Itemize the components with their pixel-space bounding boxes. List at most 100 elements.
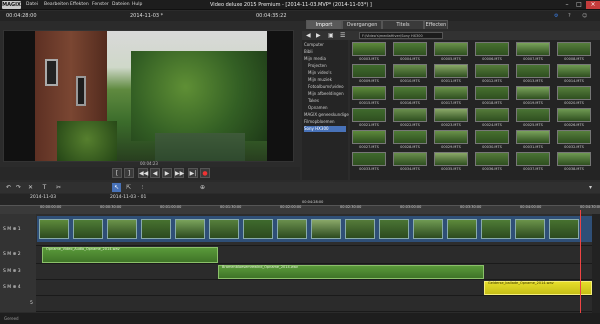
tree-item[interactable]: Opnamen xyxy=(308,105,328,111)
split-icon[interactable]: ⫶ xyxy=(138,183,147,192)
media-thumbnail[interactable] xyxy=(434,152,468,166)
back-icon[interactable]: ◀ xyxy=(306,32,311,39)
menu-edit[interactable]: Bearbeiten xyxy=(44,1,69,9)
jump-end-button[interactable]: ▶| xyxy=(188,168,198,178)
minimize-button[interactable]: – xyxy=(562,1,572,9)
tree-item[interactable]: Projecten xyxy=(308,63,327,69)
media-thumbnail[interactable] xyxy=(475,130,509,144)
view-icon[interactable]: ☰ xyxy=(340,32,345,39)
media-thumbnail[interactable] xyxy=(557,86,591,100)
tree-item[interactable]: Filmopbloemen xyxy=(304,119,335,125)
menu-help[interactable]: Hulp xyxy=(132,1,142,9)
redo-icon[interactable]: ↷ xyxy=(14,183,23,192)
cut-icon[interactable]: ✂ xyxy=(54,183,63,192)
track-header-3[interactable]: S M ⊕ 3 xyxy=(0,264,36,280)
mark-in-button[interactable]: [ xyxy=(112,168,122,178)
pointer-icon[interactable]: ↖ xyxy=(112,183,121,192)
timeline-tab-sequence[interactable]: 2014-11-03 - 01 xyxy=(110,195,146,200)
media-thumbnail[interactable] xyxy=(475,86,509,100)
tree-item[interactable]: Fotoalbums\video xyxy=(308,84,344,90)
media-thumbnail[interactable] xyxy=(393,130,427,144)
media-thumbnail[interactable] xyxy=(393,42,427,56)
media-thumbnail[interactable] xyxy=(434,108,468,122)
media-thumbnail[interactable] xyxy=(434,86,468,100)
media-thumbnail[interactable] xyxy=(516,130,550,144)
video-frame[interactable] xyxy=(35,31,267,161)
close-button[interactable]: × xyxy=(586,1,600,9)
track-header-2[interactable]: S M ⊕ 2 xyxy=(0,246,36,264)
media-thumbnail[interactable] xyxy=(352,86,386,100)
tree-item[interactable]: Mijn video's xyxy=(308,70,332,76)
text-icon[interactable]: T xyxy=(40,183,49,192)
vertical-scrollbar[interactable] xyxy=(592,214,600,313)
media-thumbnail[interactable] xyxy=(393,64,427,78)
media-thumbnail[interactable] xyxy=(557,64,591,78)
menu-tasks[interactable]: Dateien xyxy=(112,1,130,9)
path-input[interactable]: F:\Video's\mediaHiver\Sony HX300 xyxy=(359,32,443,39)
play-button[interactable]: ▶ xyxy=(162,168,172,178)
media-thumbnail[interactable] xyxy=(352,42,386,56)
media-thumbnail[interactable] xyxy=(475,152,509,166)
timeline-tab[interactable]: 2014-11-03 xyxy=(30,195,56,200)
maximize-button[interactable]: □ xyxy=(574,1,584,9)
tree-item[interactable]: Bibli xyxy=(304,49,313,55)
menu-effects[interactable]: Effekten xyxy=(70,1,89,9)
tree-item[interactable]: Mijn afbeeldingen xyxy=(308,91,344,97)
media-thumbnail[interactable] xyxy=(557,108,591,122)
menu-window[interactable]: Fenster xyxy=(92,1,109,9)
undo-icon[interactable]: ↶ xyxy=(4,183,13,192)
tree-item[interactable]: Mijn muziek xyxy=(308,77,332,83)
media-thumbnail[interactable] xyxy=(352,64,386,78)
media-thumbnail[interactable] xyxy=(352,130,386,144)
expand-icon[interactable]: ▾ xyxy=(586,183,595,192)
video-clip-strip[interactable] xyxy=(37,216,592,242)
media-thumbnail[interactable] xyxy=(516,108,550,122)
zoom-icon[interactable]: ⊕ xyxy=(198,183,207,192)
user-icon[interactable]: ☺ xyxy=(582,12,587,20)
mark-out-button[interactable]: ] xyxy=(124,168,134,178)
step-back-button[interactable]: ◀ xyxy=(150,168,160,178)
tree-item[interactable]: Computer xyxy=(304,42,324,48)
tree-item-selected[interactable]: Sony HX300 xyxy=(304,126,346,132)
media-thumbnail[interactable] xyxy=(557,42,591,56)
record-button[interactable]: ● xyxy=(200,168,210,178)
forward-icon[interactable]: ▶ xyxy=(316,32,321,39)
media-thumbnail[interactable] xyxy=(393,86,427,100)
media-thumbnail-label: 00006.MTS xyxy=(482,57,502,61)
media-thumbnail[interactable] xyxy=(475,42,509,56)
track-header-1[interactable]: S M ⊕ 1 xyxy=(0,214,36,246)
media-thumbnail[interactable] xyxy=(516,86,550,100)
media-thumbnail[interactable] xyxy=(516,152,550,166)
tree-item[interactable]: Mijn media xyxy=(304,56,326,62)
range-icon[interactable]: ⇱ xyxy=(124,183,133,192)
fast-forward-button[interactable]: ▶▶ xyxy=(174,168,184,178)
media-thumbnail[interactable] xyxy=(434,42,468,56)
media-thumbnail[interactable] xyxy=(475,64,509,78)
tab-import[interactable]: Import xyxy=(306,20,342,29)
tree-item[interactable]: MAGIX geneeskundige xyxy=(304,112,349,118)
media-thumbnail[interactable] xyxy=(434,130,468,144)
media-thumbnail[interactable] xyxy=(557,130,591,144)
help-icon[interactable]: ? xyxy=(568,12,571,20)
tab-effects[interactable]: Effecten xyxy=(424,20,448,29)
media-thumbnail[interactable] xyxy=(434,64,468,78)
rewind-button[interactable]: ◀◀ xyxy=(138,168,148,178)
media-thumbnail[interactable] xyxy=(352,108,386,122)
media-thumbnail[interactable] xyxy=(516,64,550,78)
media-thumbnail[interactable] xyxy=(475,108,509,122)
media-thumbnail[interactable] xyxy=(352,152,386,166)
track-header-4[interactable]: S M ⊕ 4 xyxy=(0,280,36,296)
media-thumbnail[interactable] xyxy=(557,152,591,166)
delete-icon[interactable]: ✕ xyxy=(26,183,35,192)
menu-file[interactable]: Datei xyxy=(26,1,38,9)
media-thumbnail[interactable] xyxy=(516,42,550,56)
playhead-line[interactable] xyxy=(580,210,581,313)
track-header-5[interactable]: 5 xyxy=(0,296,36,312)
settings-icon[interactable]: ⚙ xyxy=(554,12,558,20)
folder-icon[interactable]: ▣ xyxy=(328,32,334,39)
media-thumbnail[interactable] xyxy=(393,152,427,166)
tree-item[interactable]: Takes xyxy=(308,98,319,104)
tab-titles[interactable]: Titels xyxy=(382,20,424,29)
tab-transitions[interactable]: Overgangen xyxy=(342,20,382,29)
media-thumbnail[interactable] xyxy=(393,108,427,122)
